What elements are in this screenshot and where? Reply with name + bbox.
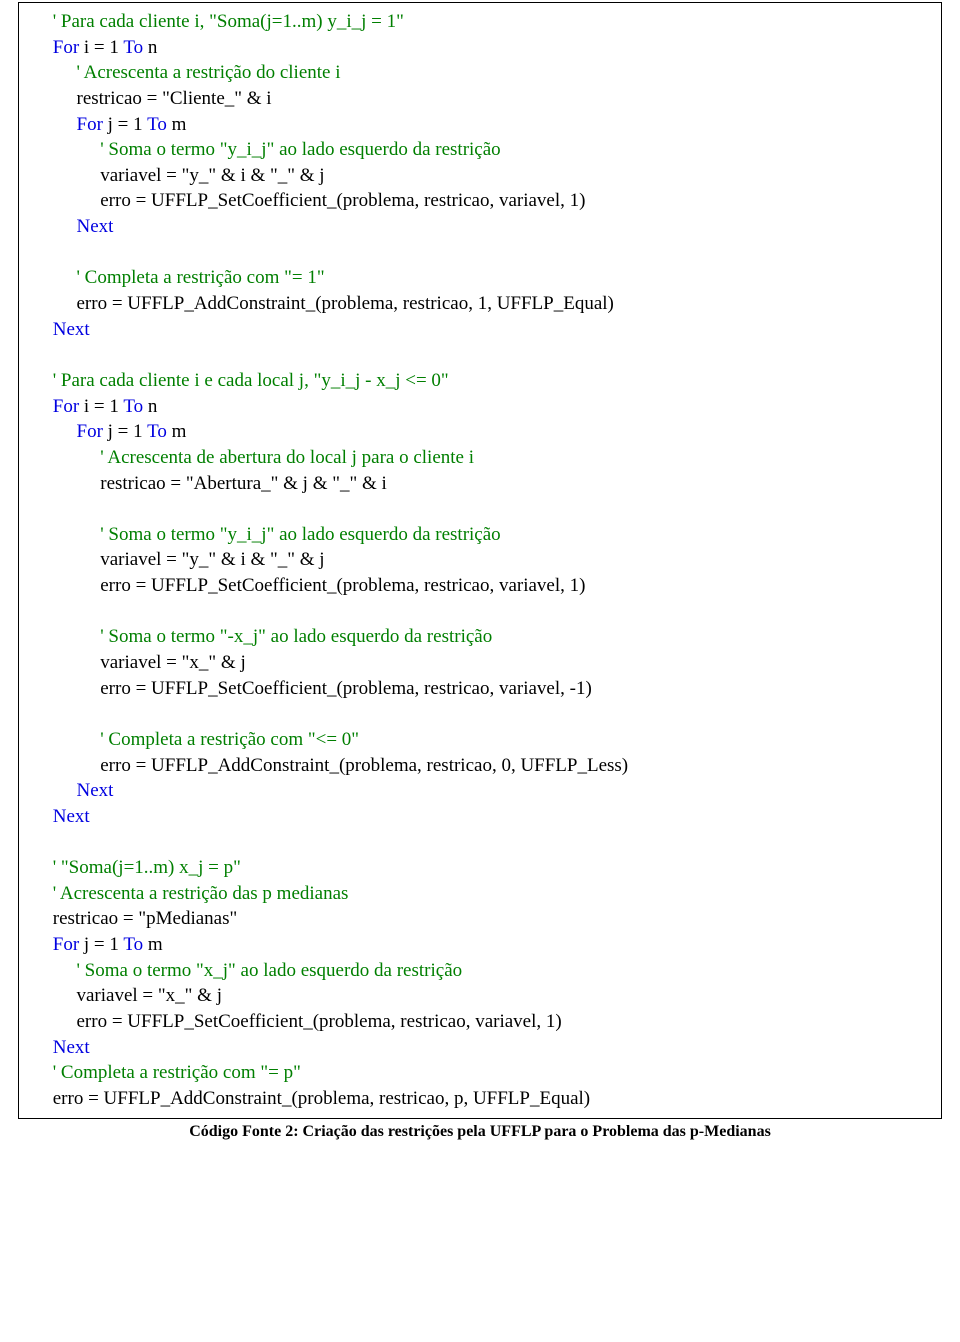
code-comment: ' Completa a restrição com "= 1" — [77, 267, 325, 288]
code-line: ' Completa a restrição com "= p" — [29, 1060, 931, 1086]
code-keyword: For — [77, 114, 103, 135]
code-comment: ' Soma o termo "y_i_j" ao lado esquerdo … — [100, 524, 500, 545]
code-text: erro = UFFLP_SetCoefficient_(problema, r… — [77, 1011, 562, 1032]
code-keyword: To — [123, 934, 143, 955]
code-text: erro = UFFLP_AddConstraint_(problema, re… — [53, 1088, 590, 1109]
code-comment: ' Acrescenta a restrição das p medianas — [53, 883, 349, 904]
code-keyword: Next — [53, 1037, 90, 1058]
code-line: ' Completa a restrição com "= 1" — [29, 265, 931, 291]
code-text: i = 1 — [79, 37, 123, 58]
code-line: restricao = "Abertura_" & j & "_" & i — [29, 471, 931, 497]
code-comment: ' Soma o termo "x_j" ao lado esquerdo da… — [77, 960, 463, 981]
code-line: Next — [29, 214, 931, 240]
code-keyword: For — [53, 934, 79, 955]
code-line — [29, 830, 931, 856]
code-line: erro = UFFLP_SetCoefficient_(problema, r… — [29, 573, 931, 599]
code-comment: ' Para cada cliente i e cada local j, "y… — [53, 370, 449, 391]
code-text: j = 1 — [103, 114, 147, 135]
code-text: erro = UFFLP_SetCoefficient_(problema, r… — [100, 575, 585, 596]
code-text: j = 1 — [103, 421, 147, 442]
code-text: restricao = "Cliente_" & i — [77, 88, 272, 109]
code-comment: ' Acrescenta a restrição do cliente i — [77, 62, 341, 83]
code-text: restricao = "pMedianas" — [53, 908, 238, 929]
code-text: m — [167, 421, 187, 442]
code-text: variavel = "y_" & i & "_" & j — [100, 549, 324, 570]
code-line — [29, 496, 931, 522]
code-comment: ' Completa a restrição com "= p" — [53, 1062, 301, 1083]
code-keyword: For — [77, 421, 103, 442]
code-comment: ' Completa a restrição com "<= 0" — [100, 729, 359, 750]
code-comment: ' "Soma(j=1..m) x_j = p" — [53, 857, 241, 878]
code-box: ' Para cada cliente i, "Soma(j=1..m) y_i… — [18, 2, 942, 1119]
code-line: ' Soma o termo "-x_j" ao lado esquerdo d… — [29, 624, 931, 650]
code-line: ' Para cada cliente i, "Soma(j=1..m) y_i… — [29, 9, 931, 35]
code-text: variavel = "x_" & j — [77, 985, 222, 1006]
caption: Código Fonte 2: Criação das restrições p… — [0, 1121, 960, 1143]
code-comment: ' Soma o termo "-x_j" ao lado esquerdo d… — [100, 626, 492, 647]
code-text: j = 1 — [79, 934, 123, 955]
code-keyword: To — [123, 37, 143, 58]
code-comment: ' Acrescenta de abertura do local j para… — [100, 447, 474, 468]
code-line: ' Completa a restrição com "<= 0" — [29, 727, 931, 753]
code-line: For j = 1 To m — [29, 419, 931, 445]
code-keyword: To — [147, 421, 167, 442]
code-text: n — [143, 396, 157, 417]
code-comment: ' Soma o termo "y_i_j" ao lado esquerdo … — [100, 139, 500, 160]
code-line: ' "Soma(j=1..m) x_j = p" — [29, 855, 931, 881]
code-line: erro = UFFLP_SetCoefficient_(problema, r… — [29, 1009, 931, 1035]
code-line — [29, 342, 931, 368]
code-line: ' Acrescenta a restrição do cliente i — [29, 60, 931, 86]
code-line: Next — [29, 1035, 931, 1061]
page: ' Para cada cliente i, "Soma(j=1..m) y_i… — [0, 2, 960, 1142]
code-line: erro = UFFLP_AddConstraint_(problema, re… — [29, 291, 931, 317]
code-line — [29, 701, 931, 727]
code-line: ' Acrescenta a restrição das p medianas — [29, 881, 931, 907]
code-line: variavel = "y_" & i & "_" & j — [29, 547, 931, 573]
code-comment: ' Para cada cliente i, "Soma(j=1..m) y_i… — [53, 11, 404, 32]
code-line: For j = 1 To m — [29, 932, 931, 958]
code-line: variavel = "x_" & j — [29, 983, 931, 1009]
code-text: restricao = "Abertura_" & j & "_" & i — [100, 473, 387, 494]
code-text: m — [167, 114, 187, 135]
code-text: erro = UFFLP_SetCoefficient_(problema, r… — [100, 678, 592, 699]
code-line: ' Para cada cliente i e cada local j, "y… — [29, 368, 931, 394]
code-keyword: For — [53, 37, 79, 58]
code-line: ' Soma o termo "y_i_j" ao lado esquerdo … — [29, 522, 931, 548]
code-line: For i = 1 To n — [29, 35, 931, 61]
code-line: ' Acrescenta de abertura do local j para… — [29, 445, 931, 471]
code-line: For i = 1 To n — [29, 394, 931, 420]
code-line: ' Soma o termo "y_i_j" ao lado esquerdo … — [29, 137, 931, 163]
code-line — [29, 599, 931, 625]
code-text: erro = UFFLP_SetCoefficient_(problema, r… — [100, 190, 585, 211]
code-text: erro = UFFLP_AddConstraint_(problema, re… — [77, 293, 614, 314]
code-text: m — [143, 934, 163, 955]
code-line: Next — [29, 778, 931, 804]
code-line: restricao = "pMedianas" — [29, 906, 931, 932]
code-keyword: To — [123, 396, 143, 417]
code-keyword: Next — [77, 780, 114, 801]
code-keyword: Next — [53, 319, 90, 340]
code-text: variavel = "x_" & j — [100, 652, 245, 673]
code-line: erro = UFFLP_SetCoefficient_(problema, r… — [29, 188, 931, 214]
code-line: erro = UFFLP_AddConstraint_(problema, re… — [29, 753, 931, 779]
code-line: variavel = "y_" & i & "_" & j — [29, 163, 931, 189]
code-line: erro = UFFLP_SetCoefficient_(problema, r… — [29, 676, 931, 702]
code-line: variavel = "x_" & j — [29, 650, 931, 676]
code-line: For j = 1 To m — [29, 112, 931, 138]
code-line: ' Soma o termo "x_j" ao lado esquerdo da… — [29, 958, 931, 984]
code-keyword: Next — [77, 216, 114, 237]
code-keyword: Next — [53, 806, 90, 827]
code-text: variavel = "y_" & i & "_" & j — [100, 165, 324, 186]
code-line: erro = UFFLP_AddConstraint_(problema, re… — [29, 1086, 931, 1112]
code-line — [29, 240, 931, 266]
code-text: n — [143, 37, 157, 58]
code-line: restricao = "Cliente_" & i — [29, 86, 931, 112]
code-keyword: For — [53, 396, 79, 417]
code-line: Next — [29, 317, 931, 343]
code-line: Next — [29, 804, 931, 830]
code-text: erro = UFFLP_AddConstraint_(problema, re… — [100, 755, 628, 776]
code-keyword: To — [147, 114, 167, 135]
code-text: i = 1 — [79, 396, 123, 417]
